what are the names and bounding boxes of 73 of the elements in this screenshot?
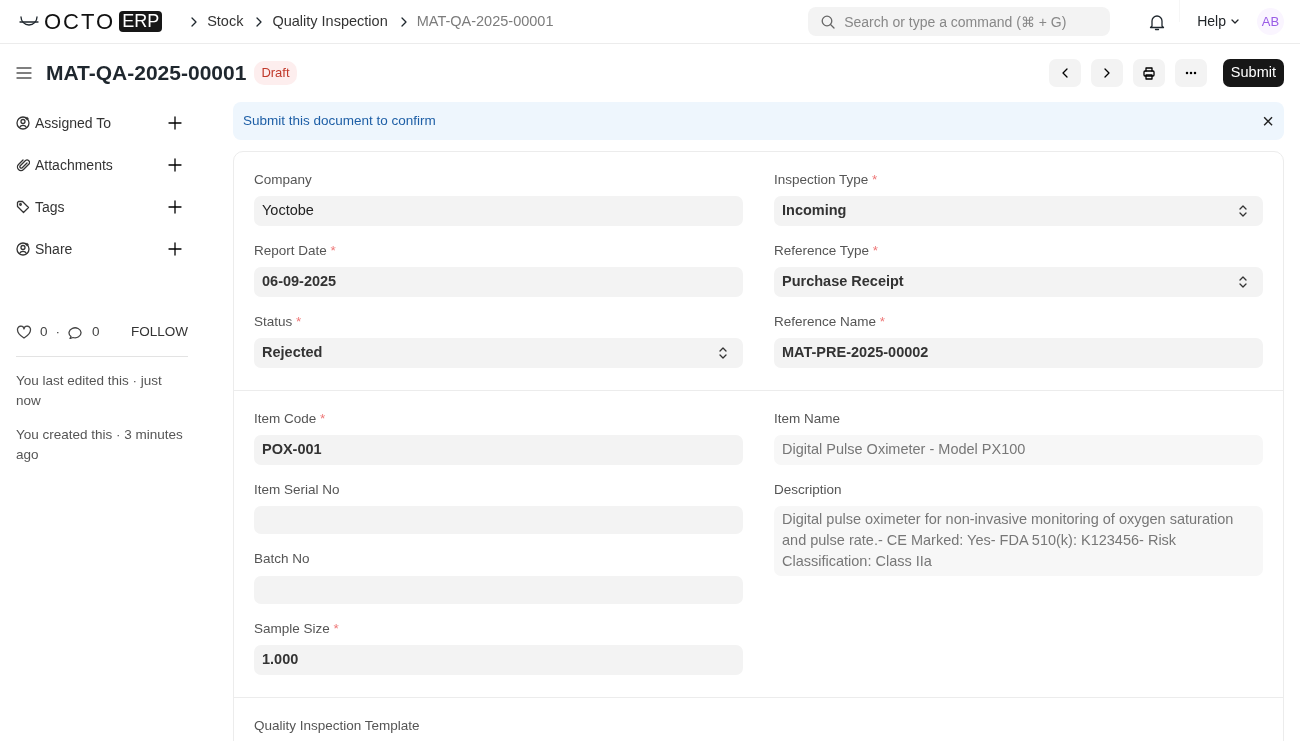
bell-icon[interactable]: [1148, 12, 1167, 31]
comment-icon[interactable]: [68, 325, 84, 340]
add-button[interactable]: [168, 116, 182, 130]
breadcrumb-link[interactable]: Quality Inspection: [272, 10, 388, 33]
field-label: Reference Type *: [774, 242, 880, 260]
select-arrows-icon: [1239, 276, 1247, 289]
plus-icon: [168, 242, 182, 256]
user-icon: [16, 116, 30, 130]
sidebar-link[interactable]: Share: [35, 238, 73, 260]
add-button[interactable]: [168, 158, 182, 172]
input-field[interactable]: POX-001: [254, 435, 743, 465]
document-title: MAT-QA-2025-00001: [46, 60, 247, 86]
select-arrows-icon: [719, 347, 727, 360]
menu-icon[interactable]: [16, 66, 32, 80]
input-field[interactable]: 1.000: [254, 644, 743, 675]
field-label: Report Date *: [254, 242, 337, 260]
tag-icon: [16, 200, 30, 214]
sidebar-link[interactable]: Attachments: [35, 154, 113, 176]
paperclip-icon: [16, 158, 30, 172]
select-field[interactable]: Incoming: [774, 196, 1263, 226]
field-label: Inspection Type *: [774, 171, 879, 189]
sidebar-link[interactable]: Assigned To: [35, 112, 111, 134]
follow-link[interactable]: FOLLOW: [131, 322, 188, 343]
alert-message: Submit this document to confirm: [243, 111, 436, 130]
print-button[interactable]: [1132, 59, 1165, 87]
select-field[interactable]: Rejected: [254, 338, 743, 368]
submit-button[interactable]: Submit: [1222, 59, 1284, 87]
field-label: Status *: [254, 313, 303, 331]
chevron-right-icon: [255, 16, 264, 27]
chevron-down-icon: [1230, 17, 1240, 26]
add-button[interactable]: [168, 242, 182, 256]
chevron-right-icon: [399, 16, 408, 27]
input-field[interactable]: Yoctobe: [254, 196, 743, 226]
select-field[interactable]: Purchase Receipt: [774, 267, 1263, 297]
field-label: Company: [254, 171, 313, 189]
logo-text: OCTO: [44, 10, 116, 33]
user-icon: [16, 242, 30, 256]
add-button[interactable]: [168, 200, 182, 214]
plus-icon: [168, 200, 182, 214]
field-label: Reference Name *: [774, 313, 887, 331]
plus-icon: [168, 116, 182, 130]
close-button[interactable]: ×: [1262, 111, 1274, 131]
field-label: Batch No: [254, 550, 311, 569]
input-field[interactable]: 06-09-2025: [254, 267, 743, 297]
field-label: Sample Size *: [254, 619, 340, 638]
previous-button[interactable]: [1048, 59, 1081, 87]
search-field[interactable]: Search or type a command (⌘ + G): [808, 7, 1111, 36]
comment-count: 0: [92, 323, 100, 341]
field-label: Description: [774, 481, 843, 499]
breadcrumb-link[interactable]: MAT-QA-2025-00001: [416, 10, 554, 33]
sidebar-link[interactable]: Tags: [35, 196, 65, 218]
field-label: Quality Inspection Template: [254, 716, 421, 735]
plus-icon: [168, 158, 182, 172]
field-label: Item Name: [774, 410, 842, 428]
like-count: 0: [40, 323, 48, 341]
input-field[interactable]: MAT-PRE-2025-00002: [774, 338, 1263, 368]
logo-badge: ERP: [119, 10, 163, 33]
next-button[interactable]: [1090, 59, 1123, 87]
separator-dot: ·: [55, 323, 60, 341]
text-area: Digital pulse oximeter for non-invasive monitoring of oxygen saturation and pulse rate.- CE Marked: Yes- FDA 510(k): K123456- Risk Classification: Class IIa: [774, 506, 1263, 577]
field-label: Item Code *: [254, 410, 327, 428]
print-icon: [1140, 66, 1157, 80]
chevron-right-icon: [190, 16, 199, 27]
field-label: Item Serial No: [254, 481, 341, 499]
activity-entry: You created this · 3 minutes ago: [16, 426, 184, 465]
help-menu[interactable]: Help: [1196, 10, 1241, 33]
user-avatar[interactable]: AB: [1257, 8, 1284, 35]
status-badge: Draft: [254, 61, 297, 85]
heart-icon[interactable]: [16, 325, 32, 340]
breadcrumb-link[interactable]: Stock: [207, 10, 244, 33]
select-arrows-icon: [1239, 205, 1247, 218]
activity-entry: You last edited this · just now: [16, 372, 163, 411]
input-field: Digital Pulse Oximeter - Model PX100: [774, 435, 1263, 465]
